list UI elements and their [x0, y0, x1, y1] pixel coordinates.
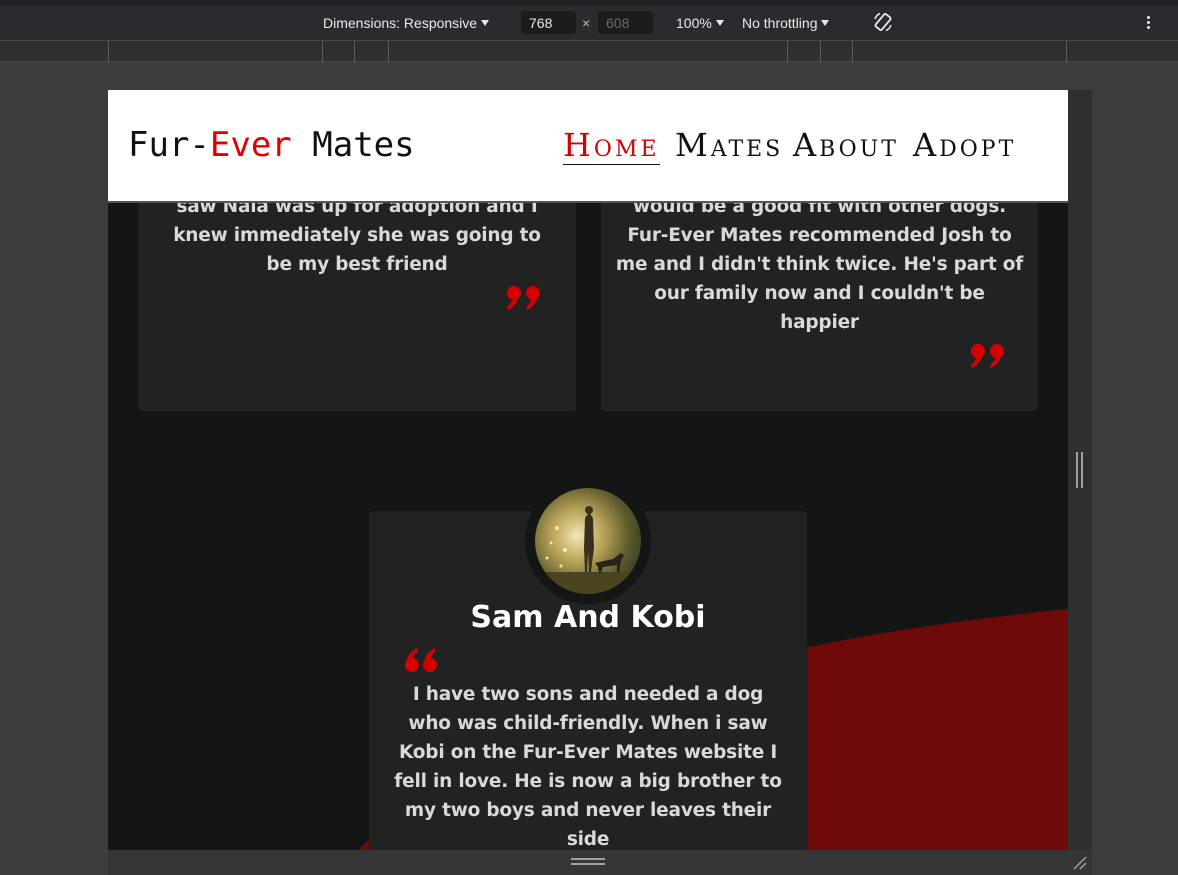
logo-text: Fur-	[128, 125, 210, 165]
text-line: side	[566, 829, 610, 850]
text-line: happier	[780, 312, 859, 333]
device-toolbar: Dimensions: Responsive 768 × 608 100% No…	[0, 6, 1178, 40]
text-line: who was child-friendly. When i saw	[408, 713, 768, 734]
testimonial-title: Sam And Kobi	[470, 600, 706, 635]
text-line: be my best friend	[266, 254, 448, 275]
testimonial-text: I have two sons and needed a dog who was…	[369, 680, 807, 850]
nav-link-mates[interactable]: Mates	[675, 126, 783, 164]
text-line: me and I didn't think twice. He's part o…	[615, 254, 1024, 275]
dimensions-dropdown[interactable]: Dimensions: Responsive	[323, 6, 490, 40]
nav-link-home[interactable]: Home	[563, 126, 660, 165]
chevron-down-icon	[715, 20, 724, 26]
testimonial-avatar	[525, 478, 651, 604]
resize-handle-right[interactable]	[1076, 452, 1084, 488]
nav-link-about[interactable]: About	[793, 126, 899, 164]
chevron-down-icon	[481, 20, 490, 26]
logo-text-accent: Ever	[209, 125, 292, 165]
chevron-down-icon	[821, 20, 830, 26]
throttling-label: No throttling	[742, 15, 818, 31]
zoom-label: 100%	[676, 15, 712, 31]
avatar-photo	[535, 488, 641, 594]
rotate-icon[interactable]	[872, 11, 894, 33]
width-input[interactable]: 768	[521, 11, 576, 34]
site-logo[interactable]: Fur-Ever Mates	[128, 125, 415, 165]
throttling-dropdown[interactable]: No throttling	[742, 6, 830, 40]
dimensions-label: Dimensions: Responsive	[323, 15, 478, 31]
testimonial-text: would be a good fit with other dogs. Fur…	[601, 192, 1038, 337]
text-line: fell in love. He is now a big brother to	[394, 771, 782, 792]
more-options-icon[interactable]	[1144, 14, 1152, 32]
text-line: Fur-Ever Mates recommended Josh to	[627, 225, 1012, 246]
quote-close-icon	[971, 344, 1004, 368]
text-line: my two boys and never leaves their	[404, 800, 772, 821]
nav-link-adopt[interactable]: Adopt	[913, 126, 1016, 164]
resize-handle-corner[interactable]	[1070, 854, 1088, 870]
times-sign: ×	[582, 15, 591, 31]
quote-close-icon	[507, 286, 540, 310]
media-query-ruler	[0, 40, 1178, 63]
resize-handle-bottom[interactable]	[571, 858, 605, 868]
testimonial-text: saw Nala was up for adoption and I knew …	[138, 192, 576, 279]
text-line: our family now and I couldn't be	[654, 283, 985, 304]
emulated-viewport: saw Nala was up for adoption and I knew …	[108, 90, 1068, 850]
zoom-dropdown[interactable]: 100%	[676, 6, 724, 40]
text-line: I have two sons and needed a dog	[412, 684, 764, 705]
quote-open-icon	[405, 648, 437, 672]
logo-text: Mates	[291, 125, 415, 165]
height-input[interactable]: 608	[598, 11, 653, 34]
text-line: Kobi on the Fur-Ever Mates website I	[398, 742, 778, 763]
text-line: knew immediately she was going to	[173, 225, 541, 246]
site-header: Fur-Ever Mates Home Mates About Adopt	[108, 90, 1068, 203]
